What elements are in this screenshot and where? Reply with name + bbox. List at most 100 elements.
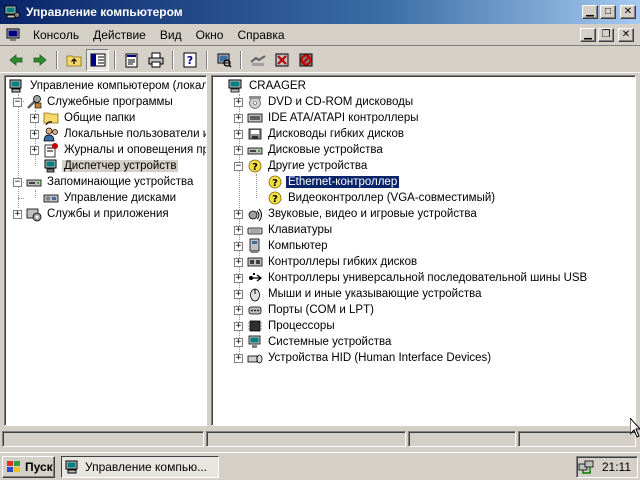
tree-item-disk-management[interactable]: Управление дисками <box>43 190 178 206</box>
scan-hardware-button[interactable] <box>212 49 235 71</box>
menu-view[interactable]: Вид <box>153 26 189 44</box>
tree-item-mice[interactable]: + Мыши и иные указывающие устройства <box>234 286 484 302</box>
child-restore-button[interactable]: ❐ <box>598 27 614 42</box>
tree-item-storage[interactable]: − Запоминающие устройства <box>13 174 195 190</box>
svg-text:?: ? <box>186 54 192 67</box>
usb-icon <box>249 273 263 282</box>
tree-item-device-manager[interactable]: Диспетчер устройств <box>43 158 179 174</box>
forward-button[interactable] <box>28 49 51 71</box>
ide-controller-icon <box>247 113 263 123</box>
tree-item-floppy-drives[interactable]: + Дисководы гибких дисков <box>234 126 406 142</box>
expand-toggle[interactable]: + <box>234 321 243 331</box>
collapse-toggle[interactable]: − <box>13 97 22 107</box>
system-tray: 21:11 <box>576 456 638 478</box>
tools-icon <box>27 95 42 109</box>
expand-toggle[interactable]: + <box>234 129 243 139</box>
collapse-toggle[interactable]: − <box>13 177 22 187</box>
unknown-device-icon: ? <box>268 191 282 205</box>
uninstall-device-button[interactable] <box>270 49 293 71</box>
help-button[interactable]: ? <box>178 49 201 71</box>
tree-item-label: Мыши и иные указывающие устройства <box>268 288 482 300</box>
expand-toggle[interactable]: + <box>234 257 243 267</box>
help-icon: ? <box>183 52 196 67</box>
tree-item-other-devices[interactable]: −? Другие устройства <box>234 158 369 174</box>
properties-icon <box>125 53 137 67</box>
close-button[interactable]: ✕ <box>620 5 636 19</box>
unknown-device-icon: ? <box>248 159 262 173</box>
menu-window[interactable]: Окно <box>189 26 231 44</box>
properties-button[interactable] <box>120 49 143 71</box>
title-bar[interactable]: Управление компьютером ▁ □ ✕ <box>0 0 640 24</box>
tree-item-dvd-drives[interactable]: + DVD и CD-ROM дисководы <box>234 94 415 110</box>
tree-item-ethernet-controller[interactable]: ? Ethernet-контроллер <box>267 174 401 190</box>
tree-item-root[interactable]: Управление компьютером (локаль <box>9 78 206 94</box>
back-button[interactable] <box>4 49 27 71</box>
expand-toggle[interactable]: + <box>30 145 39 155</box>
tree-item-computer-root[interactable]: CRAAGER <box>228 78 308 94</box>
expand-toggle[interactable]: + <box>234 113 243 123</box>
tree-item-services[interactable]: + Службы и приложения <box>13 206 171 222</box>
child-close-button[interactable]: ✕ <box>618 27 634 42</box>
menu-console[interactable]: Консоль <box>26 26 86 44</box>
tree-item-ide-controllers[interactable]: + IDE ATA/ATAPI контроллеры <box>234 110 421 126</box>
minimize-button[interactable]: ▁ <box>582 5 598 19</box>
network-tray-icon[interactable] <box>578 459 594 475</box>
disable-device-icon <box>299 53 312 66</box>
update-driver-button[interactable] <box>246 49 269 71</box>
expand-toggle[interactable]: + <box>234 225 243 235</box>
expand-toggle[interactable]: + <box>234 241 243 251</box>
tree-item-hid-devices[interactable]: + Устройства HID (Human Interface Devices… <box>234 350 493 366</box>
tree-item-disk-drives[interactable]: + Дисковые устройства <box>234 142 385 158</box>
tree-item-ports[interactable]: + Порты (COM и LPT) <box>234 302 376 318</box>
tree-item-system-devices[interactable]: + Системные устройства <box>234 334 393 350</box>
tree-item-floppy-controllers[interactable]: + Контроллеры гибких дисков <box>234 254 419 270</box>
console-tree-pane[interactable]: Управление компьютером (локаль − Служебн… <box>4 75 207 426</box>
tree-item-sound-devices[interactable]: + Звуковые, видео и игровые устройства <box>234 206 479 222</box>
clock[interactable]: 21:11 <box>602 460 631 474</box>
tree-item-event-logs[interactable]: + Журналы и оповещения пр <box>30 142 206 158</box>
mmc-console-icon[interactable] <box>6 27 22 43</box>
up-level-button[interactable] <box>62 49 85 71</box>
expand-toggle[interactable]: + <box>234 273 243 283</box>
tree-item-processors[interactable]: + Процессоры <box>234 318 337 334</box>
menu-help[interactable]: Справка <box>230 26 291 44</box>
expand-toggle[interactable]: + <box>30 113 39 123</box>
expand-toggle[interactable]: + <box>13 209 22 219</box>
start-button[interactable]: Пуск <box>2 455 55 478</box>
tree-item-utilities[interactable]: − Служебные программы <box>13 94 175 110</box>
menu-action[interactable]: Действие <box>86 26 153 44</box>
expand-toggle[interactable]: + <box>234 97 243 107</box>
tree-item-label: Контроллеры гибких дисков <box>268 256 418 268</box>
tree-item-label: Ethernet-контроллер <box>284 175 401 189</box>
child-minimize-button[interactable]: ▁ <box>580 27 596 42</box>
maximize-button[interactable]: □ <box>600 5 616 19</box>
disable-device-button[interactable] <box>294 49 317 71</box>
taskbar-window-button[interactable]: Управление компью... <box>61 455 219 478</box>
tree-item-label: DVD и CD-ROM дисководы <box>268 96 414 108</box>
tree-item-keyboards[interactable]: + Клавиатуры <box>234 222 334 238</box>
tree-item-computer[interactable]: + Компьютер <box>234 238 330 254</box>
expand-toggle[interactable]: + <box>234 145 243 155</box>
computer-management-icon <box>9 79 22 93</box>
console-tree-icon <box>90 53 105 66</box>
uninstall-icon <box>275 53 288 66</box>
status-cell <box>408 431 516 447</box>
expand-toggle[interactable]: + <box>234 289 243 299</box>
tree-item-vga-controller[interactable]: ? Видеоконтроллер (VGA-совместимый) <box>267 190 497 206</box>
storage-icon <box>26 179 42 187</box>
tree-item-shared-folders[interactable]: + Общие папки <box>30 110 137 126</box>
expand-toggle[interactable]: + <box>234 209 243 219</box>
print-button[interactable] <box>144 49 167 71</box>
expand-toggle[interactable]: + <box>30 129 39 139</box>
expand-toggle[interactable]: + <box>234 353 243 363</box>
collapse-toggle[interactable]: − <box>234 161 243 171</box>
tree-item-usb-controllers[interactable]: + Контроллеры универсальной последователь… <box>234 270 589 286</box>
arrow-left-icon <box>8 53 22 66</box>
expand-toggle[interactable]: + <box>234 305 243 315</box>
disk-management-icon <box>43 194 59 203</box>
show-hide-tree-button[interactable] <box>86 48 109 71</box>
expand-toggle[interactable]: + <box>234 337 243 347</box>
tree-item-label: Процессоры <box>268 320 335 332</box>
device-tree-pane[interactable]: CRAAGER + DVD и CD-ROM дисководы + IDE ATA/… <box>211 75 636 426</box>
tree-item-local-users[interactable]: + Локальные пользователи и <box>30 126 206 142</box>
